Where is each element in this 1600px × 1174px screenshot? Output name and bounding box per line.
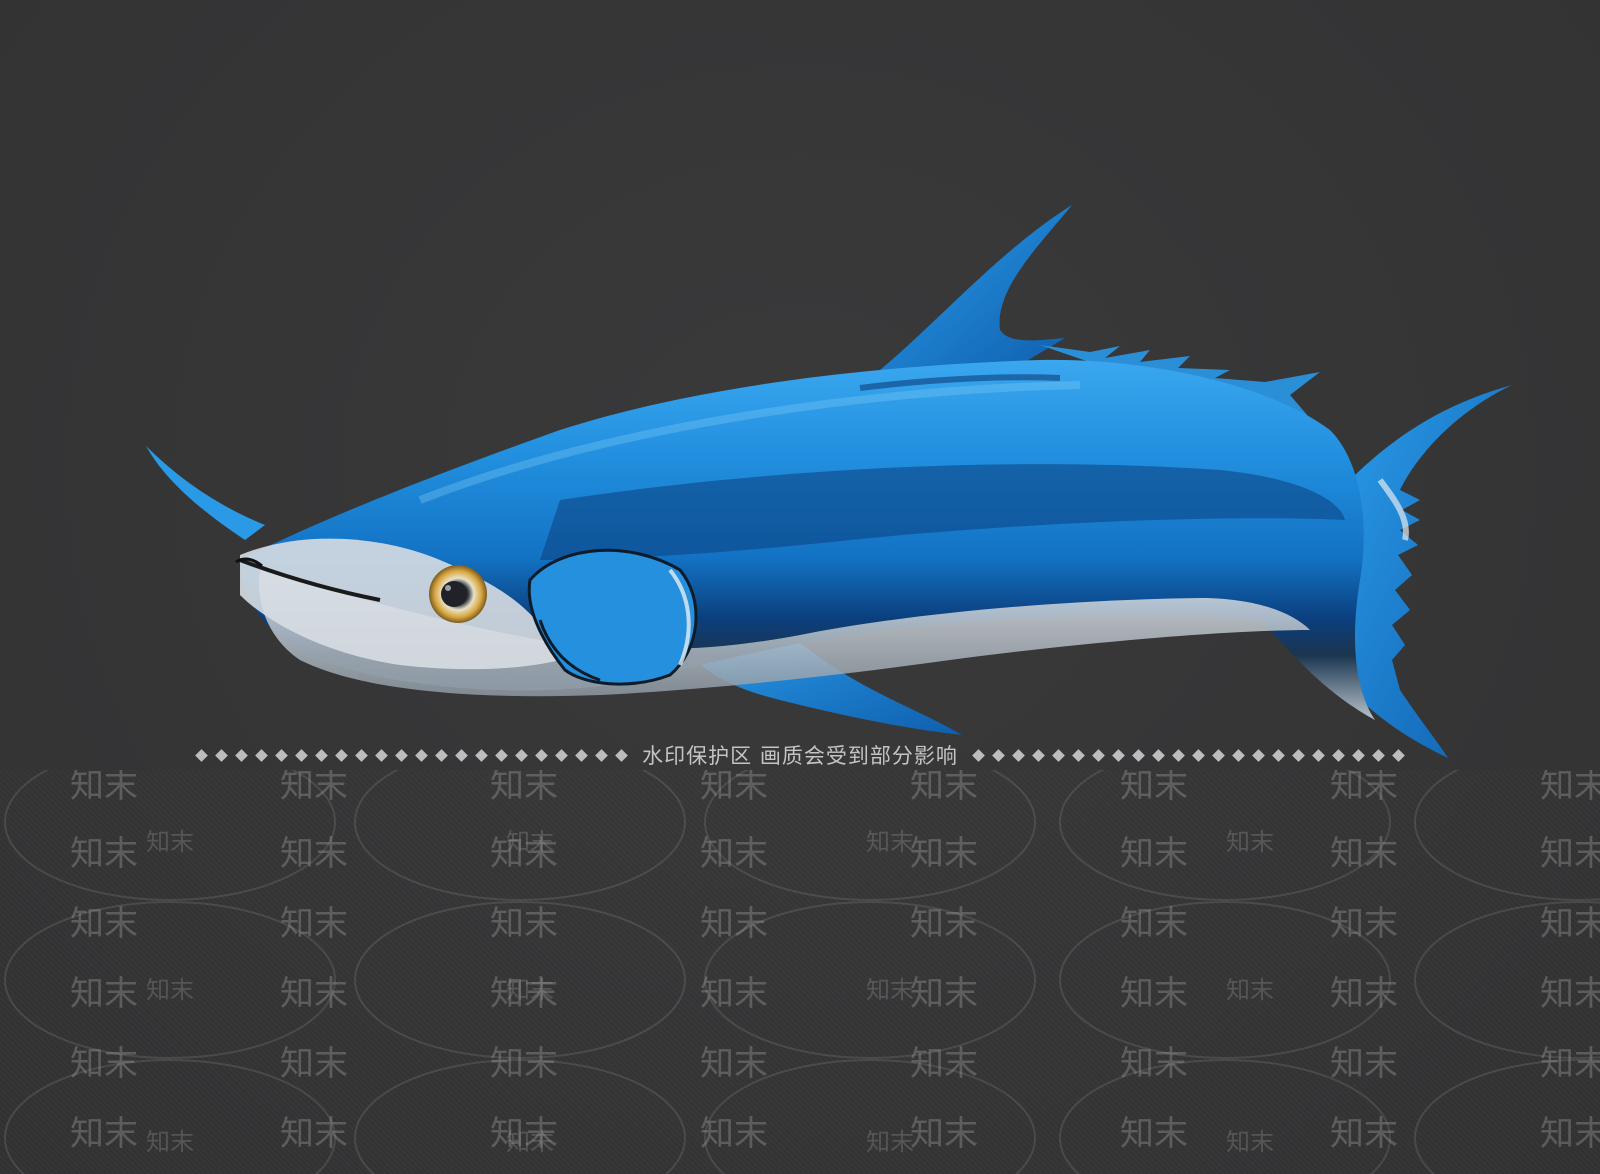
render-viewport: 水印保护区 画质会受到部分影响 知末 知末 知末 知末知末 知末 知末 知末 知…	[0, 0, 1600, 1174]
banner-diamond	[455, 748, 469, 762]
snout-spike	[146, 446, 265, 540]
banner-diamond	[535, 748, 549, 762]
banner-diamond	[1351, 748, 1365, 762]
watermark-banner: 水印保护区 画质会受到部分影响	[0, 740, 1600, 770]
banner-diamond	[1171, 748, 1185, 762]
banner-diamond	[575, 748, 589, 762]
banner-diamond	[1011, 748, 1025, 762]
banner-diamond	[971, 748, 985, 762]
banner-diamond	[315, 748, 329, 762]
banner-diamond	[295, 748, 309, 762]
banner-diamonds-right	[958, 745, 1600, 765]
banner-diamond	[595, 748, 609, 762]
banner-diamond	[475, 748, 489, 762]
banner-diamond	[1131, 748, 1145, 762]
banner-diamond	[435, 748, 449, 762]
watermark-ellipses	[4, 770, 1600, 1174]
watermark-banner-text: 水印保护区 画质会受到部分影响	[642, 744, 958, 768]
banner-diamond	[415, 748, 429, 762]
banner-diamond	[1291, 748, 1305, 762]
banner-diamond	[515, 748, 529, 762]
banner-diamond	[1191, 748, 1205, 762]
banner-diamond	[1231, 748, 1245, 762]
banner-diamond	[495, 748, 509, 762]
dorsal-fin	[880, 205, 1072, 370]
banner-diamond	[335, 748, 349, 762]
banner-diamond	[615, 748, 629, 762]
banner-diamond	[1091, 748, 1105, 762]
banner-diamond	[215, 748, 229, 762]
banner-diamond	[991, 748, 1005, 762]
banner-diamond	[1271, 748, 1285, 762]
banner-diamond	[1211, 748, 1225, 762]
banner-diamond	[1391, 748, 1405, 762]
watermark-zone: 知末 知末 知末 知末 知末 知末 知末 知末 知末 知末 知末 知末 知末 知末 知末 知末 知末 知末 知末 知末…	[0, 770, 1600, 1174]
banner-diamond	[1311, 748, 1325, 762]
banner-diamond	[255, 748, 269, 762]
banner-diamonds-left	[0, 745, 642, 765]
banner-diamond	[1371, 748, 1385, 762]
banner-diamond	[235, 748, 249, 762]
banner-diamond	[195, 748, 209, 762]
banner-diamond	[375, 748, 389, 762]
banner-diamond	[1071, 748, 1085, 762]
banner-diamond	[1251, 748, 1265, 762]
banner-diamond	[395, 748, 409, 762]
banner-diamond	[555, 748, 569, 762]
banner-diamond	[275, 748, 289, 762]
tail-fin	[1340, 385, 1512, 758]
banner-diamond	[1151, 748, 1165, 762]
banner-diamond	[1031, 748, 1045, 762]
banner-diamond	[1111, 748, 1125, 762]
banner-diamond	[1331, 748, 1345, 762]
banner-diamond	[355, 748, 369, 762]
banner-diamond	[1051, 748, 1065, 762]
